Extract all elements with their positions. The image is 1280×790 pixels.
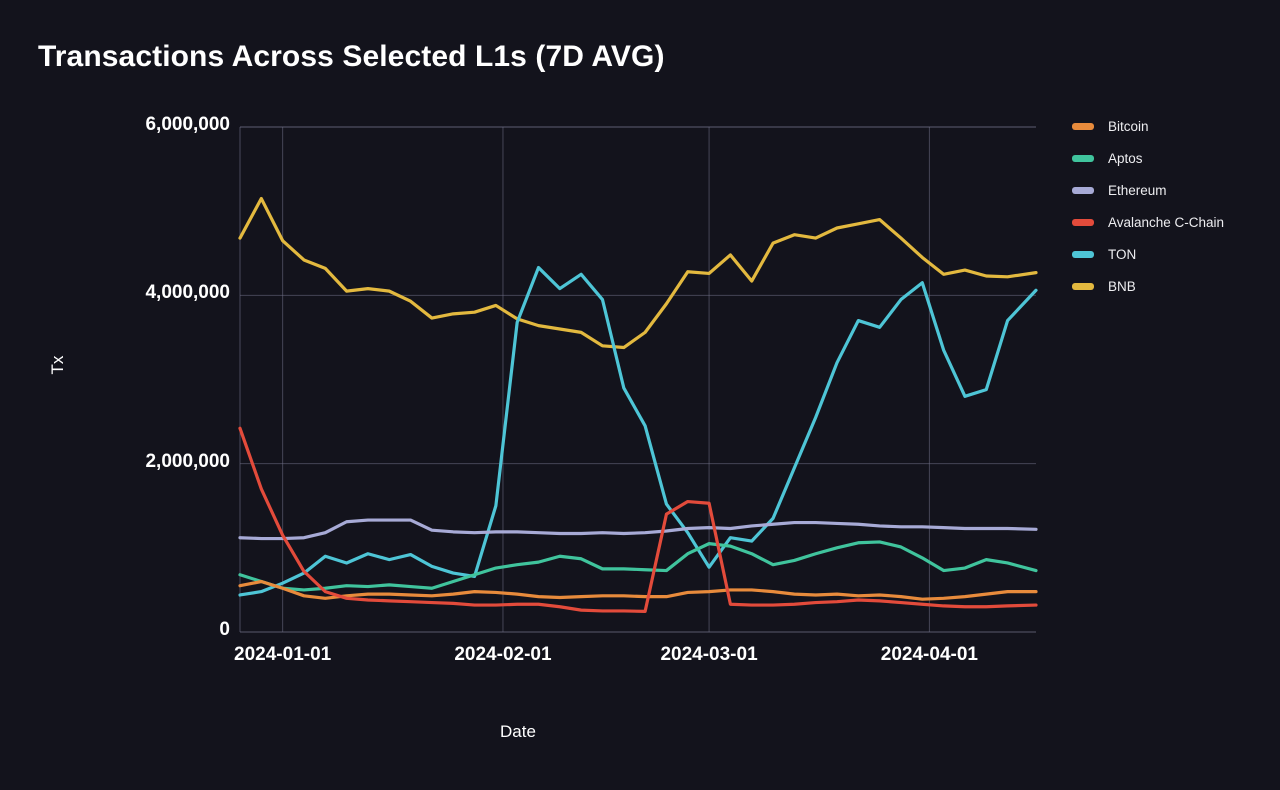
legend-item[interactable]: Aptos [1072,142,1272,174]
x-axis-label: Date [500,722,536,741]
legend-item-label: BNB [1108,278,1136,294]
series-line-ethereum [238,518,1038,541]
y-axis-tick-label: 0 [219,619,230,640]
y-axis-tick-label: 4,000,000 [145,282,230,304]
legend-color-swatch-icon [1072,122,1094,130]
legend-item[interactable]: Bitcoin [1072,110,1272,142]
data-series-lines [238,196,1038,613]
x-axis-tick-label: 2024-04-01 [880,644,978,665]
legend-item[interactable]: Ethereum [1072,174,1272,206]
legend-item-label: Ethereum [1108,182,1167,198]
y-axis-tick-label: 2,000,000 [145,450,230,472]
legend-item[interactable]: Avalanche C-Chain [1072,206,1272,238]
legend-item-label: Avalanche C-Chain [1108,214,1225,230]
series-line-bitcoin [238,579,1038,601]
y-axis-label: Tx [48,355,67,375]
chart-legend: Bitcoin Aptos Ethereum Avalanche C-Chain TON… [1072,110,1272,302]
legend-color-swatch-icon [1072,218,1094,226]
x-axis-tick-label: 2024-02-01 [454,644,552,665]
series-line-aptos [238,540,1038,592]
x-axis-tick-label: 2024-03-01 [660,644,758,665]
legend-item[interactable]: TON [1072,238,1272,270]
chart-figure: Transactions Across Selected L1s (7D AVG… [0,0,1280,790]
legend-item-label: Bitcoin [1108,118,1149,134]
series-line-bnb [238,196,1038,350]
legend-item-label: Aptos [1108,150,1143,166]
x-axis-tick-label: 2024-01-01 [234,644,332,665]
legend-color-swatch-icon [1072,186,1094,194]
y-axis-tick-label: 6,000,000 [145,114,230,135]
legend-color-swatch-icon [1072,250,1094,258]
legend-color-swatch-icon [1072,154,1094,162]
legend-item[interactable]: BNB [1072,270,1272,302]
legend-color-swatch-icon [1072,282,1094,290]
series-line-ton [238,265,1038,597]
legend-item-label: TON [1108,246,1137,262]
